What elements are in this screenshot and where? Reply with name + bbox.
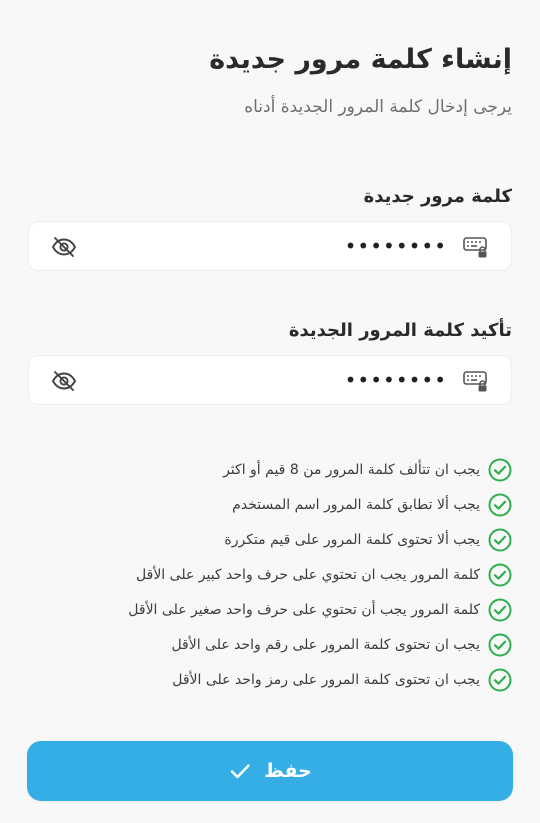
password-rule: يجب ان تتألف كلمة المرور من 8 قيم أو اكث… — [28, 452, 512, 487]
confirm-password-label: تأكيد كلمة المرور الجديدة — [288, 320, 512, 341]
check-circle-icon — [488, 563, 512, 586]
new-password-value: •••••••• — [344, 234, 447, 258]
password-rule: كلمة المرور يجب أن تحتوي على حرف واحد صغ… — [28, 592, 512, 627]
check-circle-icon — [488, 633, 512, 656]
password-rule: يجب ان تحتوى كلمة المرور على رمز واحد عل… — [28, 662, 512, 697]
password-rule-text: يجب ألا تطابق كلمة المرور اسم المستخدم — [232, 496, 480, 513]
password-rule-text: يجب ان تتألف كلمة المرور من 8 قيم أو اكث… — [223, 461, 480, 478]
save-button-label: حفظ — [264, 760, 312, 782]
password-rules-list: يجب ان تتألف كلمة المرور من 8 قيم أو اكث… — [28, 452, 512, 697]
password-rule: يجب ألا تحتوى كلمة المرور على قيم متكررة — [28, 522, 512, 557]
check-circle-icon — [488, 668, 512, 691]
check-circle-icon — [488, 598, 512, 621]
password-rule-text: كلمة المرور يجب ان تحتوي على حرف واحد كب… — [136, 566, 480, 583]
password-rule-text: كلمة المرور يجب أن تحتوي على حرف واحد صغ… — [128, 601, 480, 618]
password-rule-text: يجب ان تحتوى كلمة المرور على رقم واحد عل… — [171, 636, 480, 653]
eye-off-icon[interactable] — [51, 369, 77, 393]
confirm-password-value: •••••••• — [344, 368, 447, 392]
password-rule: كلمة المرور يجب ان تحتوي على حرف واحد كب… — [28, 557, 512, 592]
check-circle-icon — [488, 528, 512, 551]
checkmark-icon — [230, 764, 250, 779]
save-button[interactable]: حفظ — [27, 741, 513, 801]
password-rule-text: يجب ان تحتوى كلمة المرور على رمز واحد عل… — [172, 671, 480, 688]
password-rule: يجب ان تحتوى كلمة المرور على رقم واحد عل… — [28, 627, 512, 662]
page-title: إنشاء كلمة مرور جديدة — [209, 44, 512, 75]
check-circle-icon — [488, 458, 512, 481]
keyboard-lock-icon — [463, 371, 487, 392]
new-password-label: كلمة مرور جديدة — [363, 186, 512, 207]
check-circle-icon — [488, 493, 512, 516]
page-subtitle: يرجى إدخال كلمة المرور الجديدة أدناه — [244, 97, 512, 117]
keyboard-lock-icon — [463, 237, 487, 258]
password-rule-text: يجب ألا تحتوى كلمة المرور على قيم متكررة — [224, 531, 480, 548]
eye-off-icon[interactable] — [51, 235, 77, 259]
create-password-screen: إنشاء كلمة مرور جديدة يرجى إدخال كلمة ال… — [0, 0, 540, 823]
password-rule: يجب ألا تطابق كلمة المرور اسم المستخدم — [28, 487, 512, 522]
confirm-password-field[interactable]: •••••••• — [28, 355, 512, 405]
new-password-field[interactable]: •••••••• — [28, 221, 512, 271]
